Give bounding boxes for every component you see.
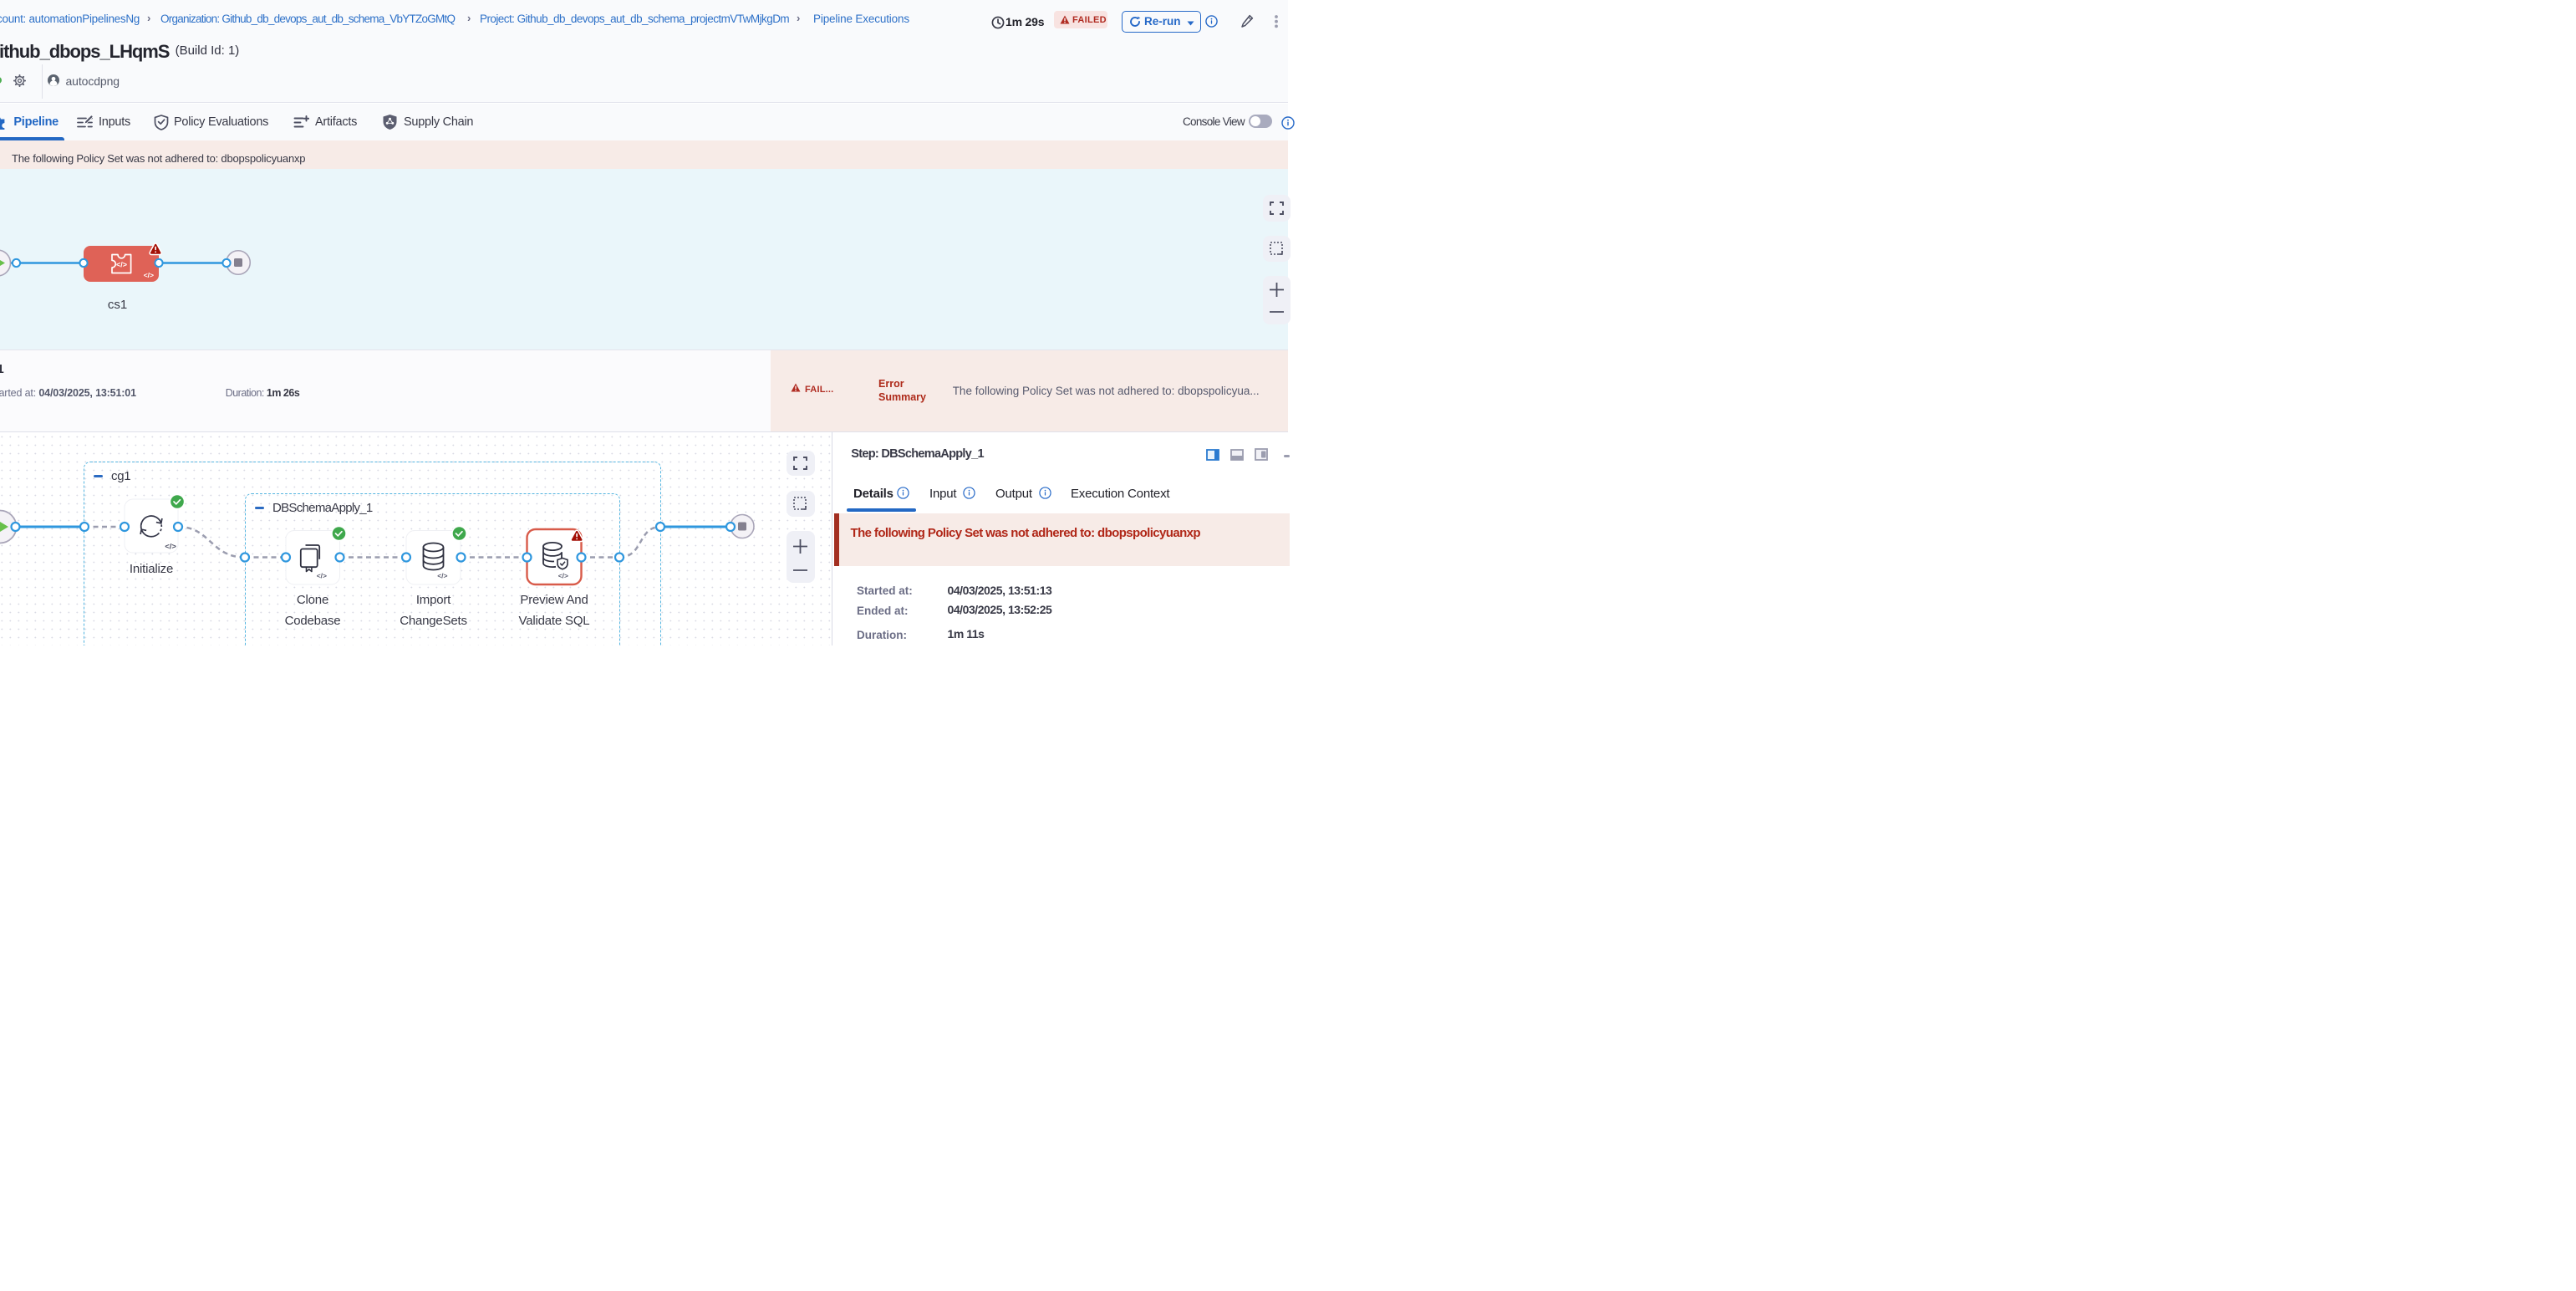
svg-text:</>: </> xyxy=(144,271,154,279)
svg-text:</>: </> xyxy=(116,261,127,269)
svg-text:</>: </> xyxy=(437,572,447,580)
svg-text:</>: </> xyxy=(317,572,327,580)
svg-text:</>: </> xyxy=(165,543,176,552)
svg-text:</>: </> xyxy=(558,572,568,580)
